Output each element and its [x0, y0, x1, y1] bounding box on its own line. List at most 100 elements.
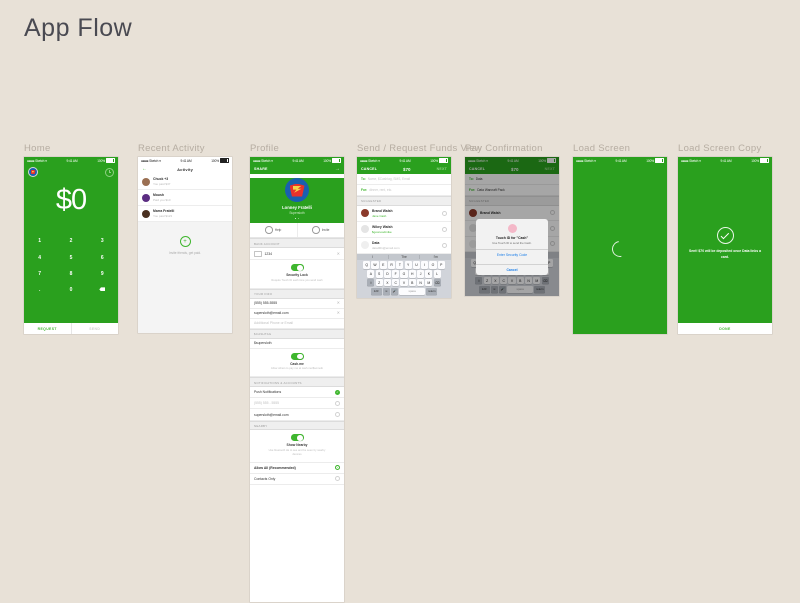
page-dot[interactable]: [294, 217, 297, 220]
dialog-cancel-button[interactable]: Cancel: [476, 264, 548, 275]
key-h[interactable]: H: [408, 270, 416, 278]
key-9[interactable]: 9: [87, 266, 118, 282]
send-navbar: CANCEL $70 NEXT: [357, 164, 451, 174]
x-icon[interactable]: ✕: [337, 251, 340, 256]
key-f[interactable]: F: [392, 270, 400, 278]
activity-row[interactable]: Moush Paid you $10: [138, 190, 232, 207]
key-l[interactable]: L: [433, 270, 441, 278]
x-icon[interactable]: ✕: [337, 301, 340, 305]
arrow-right-icon[interactable]: →: [335, 166, 340, 172]
key-u[interactable]: U: [412, 261, 421, 269]
key-4[interactable]: 4: [24, 249, 55, 265]
key-decimal[interactable]: .: [24, 282, 55, 298]
radio-icon[interactable]: [335, 400, 340, 406]
key-8[interactable]: 8: [55, 266, 86, 282]
radio-icon[interactable]: [335, 412, 340, 418]
show-nearby-toggle[interactable]: [290, 434, 304, 442]
shift-icon[interactable]: ⇧: [367, 278, 375, 287]
send-button[interactable]: SEND: [70, 323, 119, 334]
bank-card-row[interactable]: 1234 ✕: [250, 248, 344, 261]
key-5[interactable]: 5: [55, 249, 86, 265]
radio-icon[interactable]: [442, 242, 447, 248]
invite-button[interactable]: Invite: [296, 223, 345, 238]
delete-icon[interactable]: ⌫: [433, 278, 441, 287]
contact-row[interactable]: Data data001@email.com: [357, 237, 451, 254]
key-j[interactable]: J: [416, 270, 425, 278]
page-dot[interactable]: [297, 217, 300, 220]
contacts-only-row[interactable]: Contacts Only: [250, 473, 344, 485]
key-t[interactable]: T: [396, 261, 404, 269]
next-button[interactable]: NEXT: [437, 167, 447, 171]
key-2[interactable]: 2: [55, 233, 86, 249]
key-d[interactable]: D: [383, 270, 392, 278]
request-button[interactable]: REQUEST: [24, 323, 71, 334]
notify-phone-row[interactable]: (555) 555 - 5555: [250, 398, 344, 410]
cancel-button[interactable]: CANCEL: [361, 167, 377, 171]
space-key[interactable]: space: [399, 287, 426, 296]
key-c[interactable]: C: [392, 278, 400, 287]
info-add-row[interactable]: Additional Phone or Email: [250, 318, 344, 330]
key-delete[interactable]: [87, 282, 118, 298]
check-icon[interactable]: ✓: [335, 389, 340, 395]
key-m[interactable]: M: [425, 278, 433, 287]
superman-avatar-icon[interactable]: [285, 178, 309, 202]
radio-icon[interactable]: [335, 476, 340, 482]
key-i[interactable]: I: [421, 261, 429, 269]
key-v[interactable]: V: [400, 278, 408, 287]
key-o[interactable]: O: [429, 261, 437, 269]
superman-avatar-icon[interactable]: [28, 167, 38, 177]
key-6[interactable]: 6: [87, 249, 118, 265]
back-arrow-icon[interactable]: ←: [142, 166, 147, 172]
suggestion-3[interactable]: I'm: [419, 254, 451, 259]
security-lock-toggle[interactable]: [290, 264, 304, 272]
invite-section[interactable]: + Invite friends, get paid.: [138, 222, 232, 255]
key-g[interactable]: G: [400, 270, 408, 278]
key-q[interactable]: Q: [363, 261, 371, 269]
radio-icon[interactable]: [442, 226, 447, 232]
key-7[interactable]: 7: [24, 266, 55, 282]
key-z[interactable]: Z: [375, 278, 383, 287]
contact-row[interactable]: Brand Walsh Jane Cash: [357, 205, 451, 222]
key-r[interactable]: R: [387, 261, 396, 269]
key-b[interactable]: B: [408, 278, 416, 287]
key-n[interactable]: N: [416, 278, 425, 287]
radio-icon[interactable]: [442, 210, 447, 216]
radio-icon-selected[interactable]: [335, 465, 340, 471]
suggestion-2[interactable]: The: [387, 254, 420, 259]
key-w[interactable]: W: [371, 261, 379, 269]
activity-row[interactable]: Chuck +3 You paid $37: [138, 174, 232, 191]
key-p[interactable]: P: [437, 261, 445, 269]
key-k[interactable]: K: [425, 270, 433, 278]
return-key[interactable]: return: [426, 287, 438, 296]
contact-row[interactable]: Wikey Walsh $goonoodmike: [357, 221, 451, 238]
info-email-row[interactable]: supersloth@email.com ✕: [250, 308, 344, 319]
key-1[interactable]: 1: [24, 233, 55, 249]
cashtag-row[interactable]: $supersloth: [250, 338, 344, 350]
key-3[interactable]: 3: [87, 233, 118, 249]
suggestion-1[interactable]: I: [357, 255, 388, 259]
key-e[interactable]: E: [379, 261, 387, 269]
mic-icon[interactable]: 🎤: [391, 287, 399, 296]
info-phone-row[interactable]: (555) 555-5555 ✕: [250, 298, 344, 309]
for-field[interactable]: For: dinner, rent, etc.: [357, 185, 451, 196]
done-button[interactable]: DONE: [678, 323, 772, 334]
to-field[interactable]: To: Name, $Cashtag, SMS, Email: [357, 174, 451, 185]
key-x[interactable]: X: [383, 278, 392, 287]
key-y[interactable]: Y: [404, 261, 412, 269]
activity-row[interactable]: Marra Fratelli You paid $123: [138, 206, 232, 223]
allow-all-row[interactable]: Allow All (Recommended): [250, 462, 344, 474]
clock-icon[interactable]: [105, 167, 114, 177]
key-a[interactable]: A: [367, 270, 375, 278]
cashme-toggle[interactable]: [290, 353, 304, 360]
help-button[interactable]: Help: [250, 223, 297, 237]
push-notifications-row[interactable]: Push Notifications ✓: [250, 387, 344, 399]
emoji-icon[interactable]: ☺: [382, 287, 390, 296]
x-icon[interactable]: ✕: [337, 311, 340, 315]
plus-circle-icon[interactable]: +: [179, 236, 191, 248]
share-button[interactable]: SHARE: [254, 167, 268, 171]
enter-security-code-button[interactable]: Enter Security Code: [476, 249, 548, 260]
key-s[interactable]: S: [375, 270, 383, 278]
key-0[interactable]: 0: [55, 282, 86, 298]
notify-email-row[interactable]: supersloth@email.com: [250, 409, 344, 421]
numeric-key[interactable]: 123: [370, 287, 382, 296]
